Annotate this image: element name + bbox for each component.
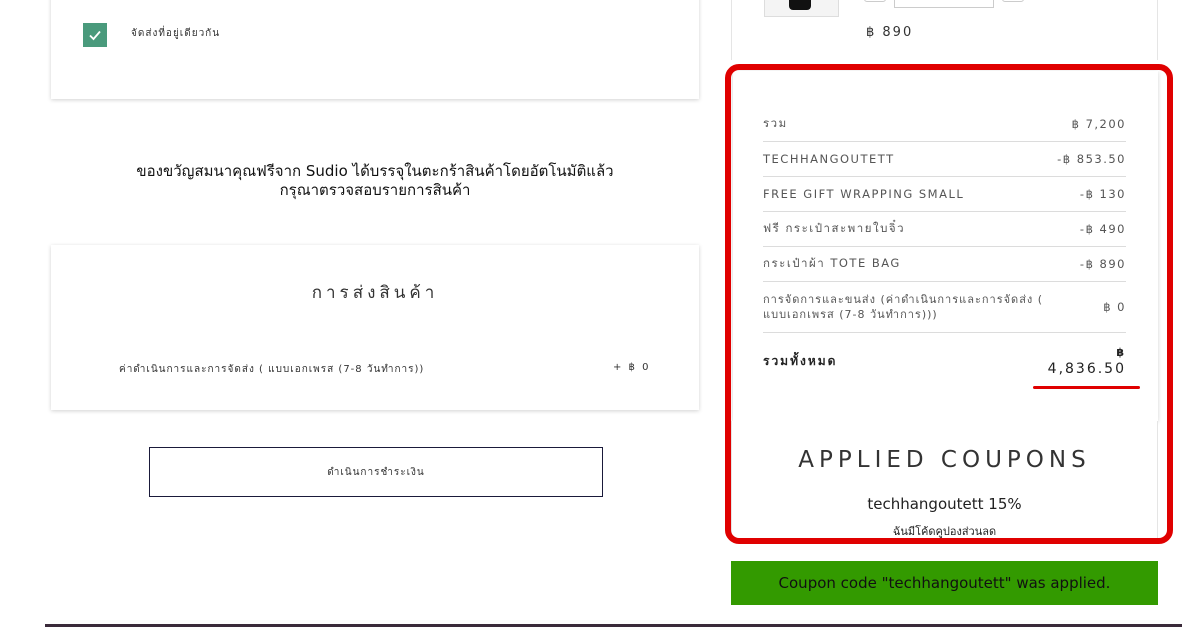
checkout-button[interactable]: ดำเนินการชำระเงิน — [149, 447, 603, 497]
summary-row-label: FREE GIFT WRAPPING SMALL — [763, 187, 965, 201]
applied-coupon-item: techhangoutett 15% — [867, 495, 1022, 513]
summary-row-tote-bag: กระเป๋าผ้า TOTE BAG -฿ 890 — [763, 247, 1126, 282]
summary-row-value: -฿ 853.50 — [1057, 152, 1126, 166]
summary-row-value: ฿ 0 — [1103, 300, 1126, 314]
summary-row-free-bag: ฟรี กระเป๋าสะพายใบจิ๋ว -฿ 490 — [763, 212, 1126, 247]
total-currency: ฿ — [1116, 346, 1124, 359]
total-label: รวมทั้งหมด — [763, 354, 838, 368]
applied-coupons: APPLIED COUPONS techhangoutett 15% ฉันมี… — [731, 421, 1158, 539]
summary-row-coupon: TECHHANGOUTETT -฿ 853.50 — [763, 142, 1126, 177]
total-highlight-underline — [1033, 386, 1140, 389]
total-value: 4,836.50 — [1047, 361, 1126, 377]
shipping-method-label[interactable]: ค่าดำเนินการและการจัดส่ง ( แบบเอกเพรส (7… — [119, 362, 424, 377]
gift-message-line2: กรุณาตรวจสอบรายการสินค้า — [279, 181, 471, 199]
summary-row-value: ฿ 7,200 — [1071, 117, 1126, 131]
quantity-increase-button[interactable] — [1002, 0, 1024, 2]
summary-row-label: กระเป๋าผ้า TOTE BAG — [763, 256, 901, 270]
same-address-checkbox[interactable] — [83, 23, 107, 47]
summary-row-gift-wrapping: FREE GIFT WRAPPING SMALL -฿ 130 — [763, 177, 1126, 212]
check-icon — [89, 30, 101, 41]
summary-row-value: -฿ 130 — [1079, 187, 1126, 201]
shipping-method-price: + ฿ 0 — [613, 362, 651, 373]
summary-row-label: การจัดการและขนส่ง (ค่าดำเนินการและการจัด… — [763, 293, 1044, 321]
product-price: ฿ 890 — [866, 25, 914, 40]
summary-row-value: -฿ 890 — [1079, 257, 1126, 271]
quantity-decrease-button[interactable] — [864, 0, 886, 2]
summary-row-label: รวม — [763, 116, 788, 130]
order-summary: รวม ฿ 7,200 TECHHANGOUTETT -฿ 853.50 FRE… — [733, 71, 1158, 421]
gift-message-line1: ของขวัญสมนาคุณฟรีจาก Sudio ได้บรรจุในตะก… — [136, 162, 614, 180]
applied-coupons-heading: APPLIED COUPONS — [798, 447, 1091, 473]
coupon-applied-notice: Coupon code "techhangoutett" was applied… — [731, 561, 1158, 605]
same-address-label: จัดส่งที่อยู่เดียวกัน — [131, 28, 221, 39]
shipping-card: การส่งสินค้า ค่าดำเนินการและการจัดส่ง ( … — [51, 245, 699, 410]
have-coupon-link[interactable]: ฉันมีโค้ดคูปองส่วนลด — [732, 522, 1157, 540]
checkout-page: จัดส่งที่อยู่เดียวกัน ของขวัญสมนาคุณฟรีจ… — [0, 0, 1182, 627]
product-thumbnail — [764, 0, 839, 17]
shipping-heading: การส่งสินค้า — [311, 283, 439, 303]
gift-message: ของขวัญสมนาคุณฟรีจาก Sudio ได้บรรจุในตะก… — [51, 162, 699, 200]
summary-row-value: -฿ 490 — [1079, 222, 1126, 236]
cart-item: ฿ 890 — [731, 0, 1158, 60]
product-image-shape — [789, 0, 811, 10]
summary-row-label: ฟรี กระเป๋าสะพายใบจิ๋ว — [763, 221, 906, 235]
summary-row-label: TECHHANGOUTETT — [763, 152, 895, 166]
quantity-input[interactable] — [894, 0, 994, 8]
summary-row-shipping: การจัดการและขนส่ง (ค่าดำเนินการและการจัด… — [763, 282, 1126, 333]
same-address-card: จัดส่งที่อยู่เดียวกัน — [51, 0, 699, 99]
summary-row-subtotal: รวม ฿ 7,200 — [763, 107, 1126, 142]
